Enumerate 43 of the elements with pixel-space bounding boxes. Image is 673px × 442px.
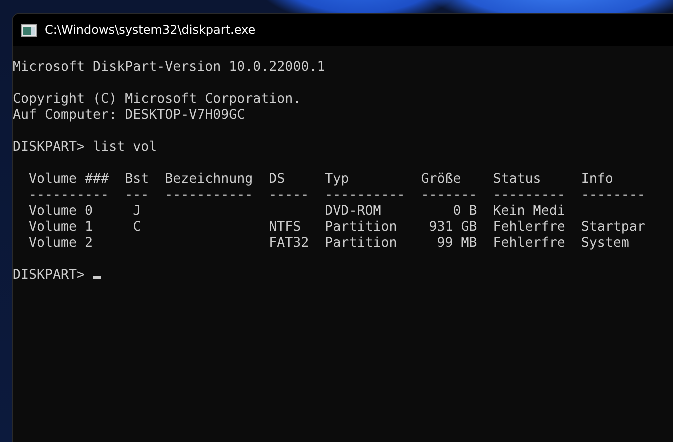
column-rule: --------- <box>493 188 566 204</box>
table-cell: J <box>133 204 142 220</box>
column-rule: --- <box>125 188 150 204</box>
column-rule: ----------- <box>165 188 254 204</box>
table-cell: DVD-ROM <box>325 204 382 220</box>
terminal-line: Auf Computer: DESKTOP-V7H09GC <box>13 108 246 124</box>
column-header: Status <box>493 172 542 188</box>
table-cell: 99 MB <box>437 236 478 252</box>
table-cell: 0 B <box>453 204 478 220</box>
command-text: list vol <box>93 140 158 156</box>
table-cell: FAT32 <box>269 236 310 252</box>
table-cell: Volume 2 <box>29 236 94 252</box>
table-cell: Kein Medi <box>493 204 566 220</box>
column-header: Größe <box>421 172 462 188</box>
column-rule: ----- <box>269 188 310 204</box>
table-cell: Fehlerfre <box>493 220 566 236</box>
table-cell: Volume 1 <box>29 220 94 236</box>
table-cell: C <box>133 220 142 236</box>
text-cursor <box>93 276 102 279</box>
column-rule: -------- <box>581 188 646 204</box>
table-cell: NTFS <box>269 220 302 236</box>
table-cell: 931 GB <box>429 220 478 236</box>
column-header: Volume ### <box>29 172 110 188</box>
command-prompt: DISKPART> <box>13 268 86 284</box>
column-header: Info <box>581 172 614 188</box>
command-prompt: DISKPART> <box>13 140 86 156</box>
table-cell: Volume 0 <box>29 204 94 220</box>
console-app-icon <box>21 24 37 36</box>
column-rule: ---------- <box>29 188 110 204</box>
table-cell: Partition <box>325 220 398 236</box>
column-header: Bezeichnung <box>165 172 254 188</box>
column-header: DS <box>269 172 286 188</box>
terminal-line: Microsoft DiskPart-Version 10.0.22000.1 <box>13 60 326 76</box>
terminal-line: Copyright (C) Microsoft Corporation. <box>13 92 302 108</box>
window-title: C:\Windows\system32\diskpart.exe <box>45 23 256 37</box>
column-header: Bst <box>125 172 150 188</box>
column-rule: ------- <box>421 188 478 204</box>
table-cell: System <box>581 236 630 252</box>
column-header: Typ <box>325 172 350 188</box>
column-rule: ---------- <box>325 188 406 204</box>
table-cell: Partition <box>325 236 398 252</box>
table-cell: Startpar <box>581 220 646 236</box>
table-cell: Fehlerfre <box>493 236 566 252</box>
